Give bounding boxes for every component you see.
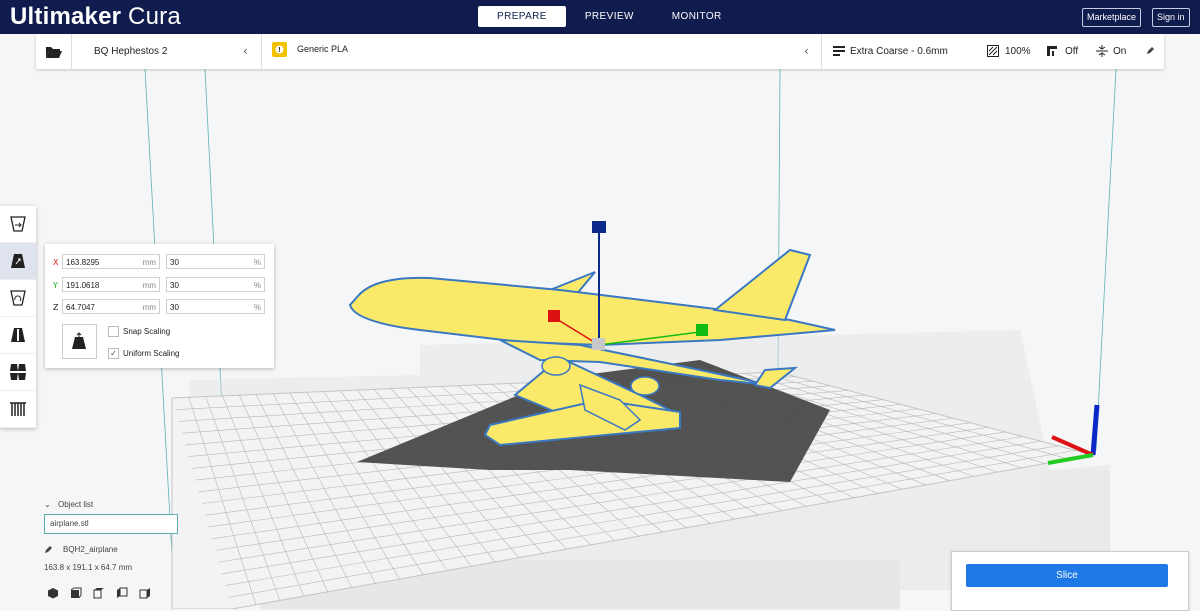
object-list-header[interactable]: ⌄ Object list: [44, 500, 194, 509]
object-list-title: Object list: [58, 500, 94, 509]
3d-view-icon[interactable]: [47, 587, 59, 599]
folder-open-icon: [45, 46, 62, 58]
y-percent-field[interactable]: 30%: [166, 277, 265, 292]
right-view-icon[interactable]: [139, 587, 151, 599]
slice-button[interactable]: Slice: [966, 564, 1168, 587]
chevron-left-icon[interactable]: ‹: [804, 44, 809, 58]
y-scale-handle: [696, 324, 708, 336]
chevron-down-icon: ⌄: [44, 500, 51, 509]
material-name[interactable]: Generic PLA: [297, 44, 348, 54]
mirror-tool-button[interactable]: [0, 317, 36, 354]
support-icon: [1047, 46, 1057, 56]
tab-monitor[interactable]: MONITOR: [653, 6, 741, 27]
uniform-scale-handle: [592, 338, 605, 350]
rotate-tool-button[interactable]: [0, 280, 36, 317]
mirror-icon: [11, 328, 25, 342]
divider: [821, 34, 822, 69]
view-buttons: [47, 587, 151, 599]
move-tool-button[interactable]: [0, 206, 36, 243]
move-icon: [10, 216, 26, 232]
slice-panel: Slice: [951, 551, 1189, 611]
adhesion-icon: [1096, 45, 1108, 57]
pencil-icon[interactable]: [1146, 46, 1155, 55]
job-name: BQH2_airplane: [63, 545, 118, 554]
y-mm-field[interactable]: 191.0618 mm: [62, 277, 160, 292]
reset-scale-icon: [71, 331, 86, 349]
build-volume-edge: [1095, 69, 1117, 451]
x-percent-value: 30: [170, 258, 179, 267]
profile-name[interactable]: Extra Coarse - 0.6mm: [850, 46, 948, 57]
profile-icon: [833, 46, 845, 56]
infill-icon: [987, 45, 999, 57]
material-color-icon: [272, 42, 287, 57]
pencil-icon: [45, 546, 52, 554]
chevron-left-icon[interactable]: ‹: [243, 44, 248, 58]
infill-value[interactable]: 100%: [1005, 46, 1031, 57]
snap-scaling-label: Snap Scaling: [123, 327, 171, 336]
rotate-icon: [10, 290, 26, 306]
x-percent-field[interactable]: 30%: [166, 254, 265, 269]
tool-panel: [0, 206, 36, 428]
x-scale-handle: [548, 310, 560, 322]
percent-unit: %: [253, 258, 261, 267]
divider: [261, 34, 262, 69]
z-percent-value: 30: [170, 303, 179, 312]
y-mm-value: 191.0618: [66, 281, 100, 290]
scale-tool-button[interactable]: [0, 243, 36, 280]
x-mm-value: 163.8295: [66, 258, 100, 267]
sign-in-button[interactable]: Sign in: [1152, 8, 1190, 27]
left-view-icon[interactable]: [116, 587, 128, 599]
adhesion-value[interactable]: On: [1113, 46, 1126, 57]
top-view-icon[interactable]: [93, 587, 105, 599]
scale-panel: X 163.8295 mm 30% Y 191.0618 mm 30% Z 64.7…: [45, 244, 274, 368]
printer-name[interactable]: BQ Hephestos 2: [94, 46, 167, 57]
x-axis-label: X: [53, 258, 59, 267]
mm-unit: mm: [142, 303, 156, 312]
y-axis-label: Y: [53, 281, 58, 290]
object-list-item[interactable]: airplane.stl: [44, 514, 178, 534]
top-bar: Ultimaker Cura PREPARE PREVIEW MONITOR M…: [0, 0, 1200, 34]
app-logo: Ultimaker Cura: [10, 3, 181, 30]
job-name-row[interactable]: BQH2_airplane: [44, 545, 204, 554]
stage-tabs: PREPARE PREVIEW MONITOR: [478, 6, 741, 27]
z-mm-value: 64.7047: [66, 303, 95, 312]
support-value[interactable]: Off: [1065, 46, 1078, 57]
mm-unit: mm: [142, 258, 156, 267]
z-scale-handle: [592, 221, 606, 233]
marketplace-button[interactable]: Marketplace: [1082, 8, 1142, 27]
front-view-icon[interactable]: [70, 587, 82, 599]
uniform-scaling-checkbox[interactable]: ✓: [108, 348, 119, 359]
scale-icon: [11, 254, 25, 268]
warning-icon: [275, 45, 284, 54]
support-blocker-button[interactable]: [0, 391, 36, 428]
per-model-settings-icon: [10, 364, 26, 380]
support-blocker-icon: [10, 402, 26, 416]
z-mm-field[interactable]: 64.7047 mm: [62, 299, 160, 314]
snap-scaling-checkbox[interactable]: [108, 326, 119, 337]
x-mm-field[interactable]: 163.8295 mm: [62, 254, 160, 269]
model-dimensions: 163.8 x 191.1 x 64.7 mm: [44, 563, 133, 572]
per-model-settings-button[interactable]: [0, 354, 36, 391]
tab-preview[interactable]: PREVIEW: [566, 6, 653, 27]
percent-unit: %: [253, 281, 261, 290]
percent-unit: %: [253, 303, 261, 312]
open-file-button[interactable]: [36, 34, 72, 69]
z-axis-label: Z: [53, 303, 59, 312]
z-percent-field[interactable]: 30%: [166, 299, 265, 314]
mm-unit: mm: [142, 281, 156, 290]
uniform-scaling-label: Uniform Scaling: [123, 349, 180, 358]
tab-prepare[interactable]: PREPARE: [478, 6, 566, 27]
lay-flat-button[interactable]: [62, 324, 97, 359]
y-percent-value: 30: [170, 281, 179, 290]
